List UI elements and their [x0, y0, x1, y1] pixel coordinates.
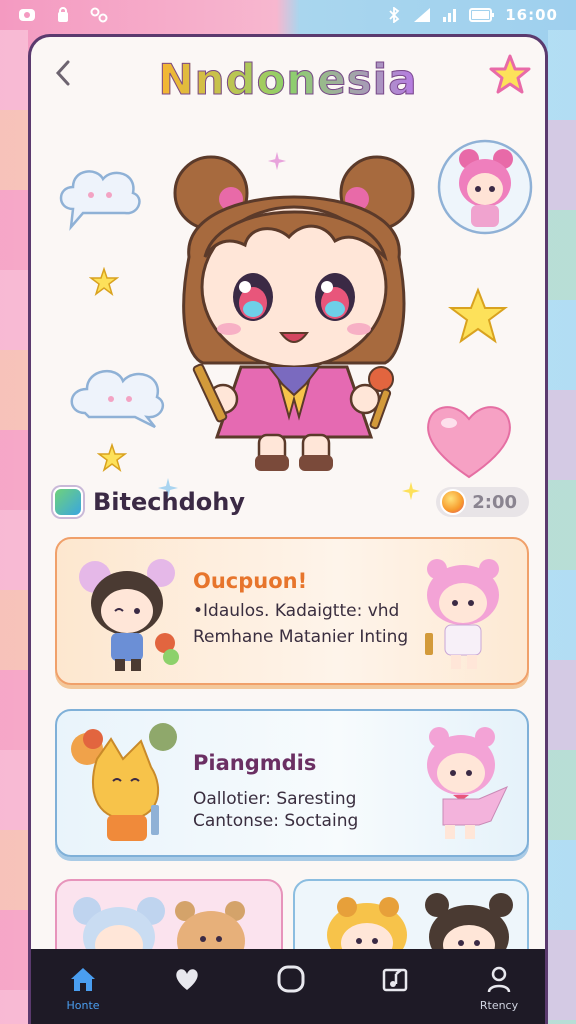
- tab-label: Rtency: [479, 999, 519, 1012]
- bottom-tab-bar: Honte Rtency: [31, 949, 545, 1024]
- points-value: 2:00: [472, 491, 517, 513]
- profile-name: Bitechdohy: [93, 488, 245, 516]
- wifi-signal-icon: [443, 9, 457, 22]
- coin-icon: [440, 489, 467, 515]
- feature-card-line: Oallotier: Saresting: [193, 789, 357, 809]
- badge-icon: [53, 487, 83, 517]
- cloud-bubble-icon: [59, 170, 141, 231]
- battery-icon: [469, 8, 495, 22]
- right-background-decoration: [548, 30, 576, 1024]
- chibi-character-icon: [425, 559, 499, 669]
- avatar: [437, 139, 533, 235]
- tab-home[interactable]: Honte: [38, 963, 128, 1012]
- chibi-character-illustration: [173, 155, 415, 471]
- tab-music[interactable]: [350, 963, 440, 1012]
- feature-card[interactable]: Piangmdis Oallotier: Saresting Cantonse:…: [55, 709, 529, 857]
- app-icon: [90, 7, 108, 23]
- heart-icon: [176, 969, 198, 990]
- page-title: Nndonesia: [31, 55, 545, 105]
- hero-illustration: [31, 107, 545, 501]
- home-icon: [71, 968, 95, 991]
- star-icon: [448, 287, 508, 344]
- feature-card-title: Piangmdis: [193, 751, 317, 775]
- profile-row: Bitechdohy 2:00: [53, 485, 529, 519]
- tab-profile[interactable]: Rtency: [454, 963, 544, 1012]
- feature-card-title: Oucpuon!: [193, 569, 308, 593]
- notification-icon: [19, 9, 35, 21]
- star-icon: [97, 443, 127, 472]
- status-bar: 16:00: [0, 0, 576, 30]
- tab-favorites[interactable]: [142, 963, 232, 1012]
- feature-card-line: Cantonse: Soctaing: [193, 811, 359, 831]
- feature-card-line: Remhane Matanier Inting: [193, 627, 409, 647]
- clock: 16:00: [505, 6, 558, 24]
- main-card: Nndonesia Bitechdohy 2:00 Oucpuon! •Idau…: [28, 34, 548, 1024]
- lock-icon: [58, 7, 68, 22]
- tab-camera[interactable]: [246, 963, 336, 1012]
- music-icon: [382, 968, 408, 992]
- chibi-character-icon: [427, 727, 509, 839]
- star-icon: [489, 54, 531, 94]
- star-icon: [89, 267, 119, 296]
- feature-card-line: •Idaulos. Kadaigtte: vhd: [193, 601, 400, 621]
- tab-label: Honte: [66, 999, 100, 1012]
- points-badge[interactable]: 2:00: [436, 487, 529, 517]
- bluetooth-icon: [389, 7, 400, 23]
- left-background-decoration: [0, 30, 28, 1024]
- signal-icon: [414, 8, 431, 22]
- camera-icon: [277, 965, 305, 993]
- favorite-button[interactable]: [489, 53, 531, 95]
- chibi-character-icon: [71, 723, 177, 841]
- chibi-character-icon: [79, 559, 179, 671]
- profile-icon: [487, 966, 511, 993]
- feature-card[interactable]: Oucpuon! •Idaulos. Kadaigtte: vhd Remhan…: [55, 537, 529, 685]
